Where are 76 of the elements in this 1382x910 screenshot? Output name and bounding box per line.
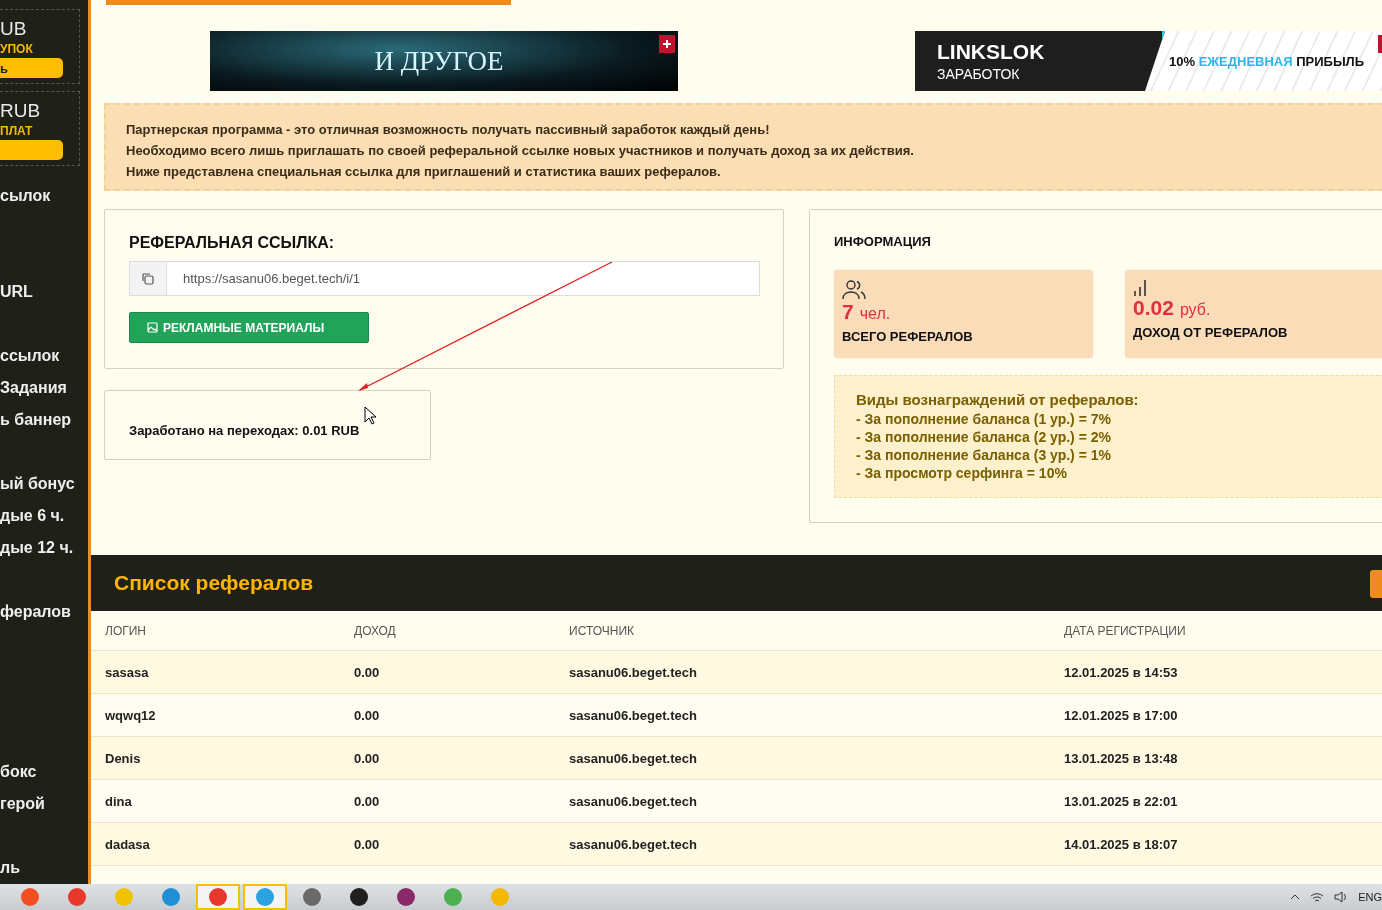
banner-subtitle: ЗАРАБОТОК (937, 66, 1021, 82)
sidebar-link[interactable]: ый бонус (0, 468, 88, 500)
sidebar-link[interactable]: ь баннер (0, 404, 88, 436)
notice-text: Партнерская программа - это отличная возможность получать пассивный заработок каждый день! (126, 121, 771, 139)
sidebar-link[interactable]: сылок (0, 180, 88, 212)
banner-ad[interactable]: LINKSLOK ЗАРАБОТОК 10% ЕЖЕДНЕВНАЯ ПРИБЫЛЬ (915, 31, 1382, 91)
banner-slogan: 10% ЕЖЕДНЕВНАЯ ПРИБЫЛЬ (1169, 53, 1365, 69)
card-title: ИНФОРМАЦИЯ (834, 234, 932, 249)
copy-icon[interactable] (129, 261, 167, 296)
image-icon (147, 322, 158, 333)
earnings-text: Заработано на переходах: 0.01 RUB (129, 422, 360, 438)
rewards-title: Виды вознаграждений от рефералов: (856, 390, 1140, 410)
table-cell-text: sasanu06.beget.tech (569, 707, 698, 723)
table-cell-text: 0.00 (354, 707, 381, 723)
users-icon (842, 279, 866, 301)
plus-icon[interactable] (659, 35, 675, 53)
sidebar-link[interactable]: фералов (0, 596, 88, 628)
wallet-label: УПОК (0, 41, 34, 58)
wallet-amount: RUB (0, 100, 42, 122)
link-field[interactable]: https://sasanu06.beget.tech/i/1 (167, 261, 760, 296)
reward-item: - За просмотр серфинга = 10% (856, 464, 1068, 482)
stat-label: ДОХОД ОТ РЕФЕРАЛОВ (1133, 325, 1288, 340)
column-header: ДАТА РЕГИСТРАЦИИ (1064, 623, 1187, 638)
stat-value: 0.02 (1133, 297, 1174, 319)
table-cell-text: 0.00 (354, 793, 381, 809)
stat-unit: руб. (1179, 300, 1211, 320)
table-cell-text: sasanu06.beget.tech (569, 836, 698, 852)
column-header: ИСТОЧНИК (569, 623, 636, 638)
table-cell-text: 12.01.2025 в 14:53 (1064, 664, 1179, 680)
wallet-button[interactable]: ь (0, 58, 63, 78)
sidebar-link[interactable]: дые 12 ч. (0, 532, 88, 564)
notice-text: Ниже представлена специальная ссылка для приглашений и статистика ваших рефералов. (126, 163, 722, 181)
reward-item: - За пополнение баланса (1 ур.) = 7% (856, 410, 1112, 428)
wallet-amount: UB (0, 18, 28, 40)
banner-title: LINKSLOK (937, 40, 1046, 64)
stat-value: 7 (842, 301, 854, 323)
banner-ad[interactable]: И ДРУГОЕ (210, 31, 678, 91)
sidebar-link[interactable]: герой (0, 788, 88, 820)
reward-item: - За пополнение баланса (3 ур.) = 1% (856, 446, 1112, 464)
table-cell-text: sasanu06.beget.tech (569, 793, 698, 809)
cursor-icon (364, 406, 376, 425)
stat-label: ВСЕГО РЕФЕРАЛОВ (842, 329, 973, 344)
sidebar-link[interactable]: URL (0, 276, 88, 308)
wallet-label: ПЛАТ (0, 123, 34, 140)
column-header: ЛОГИН (105, 623, 147, 638)
table-cell-text: sasanu06.beget.tech (569, 750, 698, 766)
table-cell-text: dadasa (105, 836, 151, 852)
speaker-icon[interactable] (1334, 891, 1349, 903)
table-cell-text: dina (105, 793, 133, 809)
wifi-icon[interactable] (1310, 891, 1325, 903)
table-cell-text: 0.00 (354, 664, 381, 680)
reward-item: - За пополнение баланса (2 ур.) = 2% (856, 428, 1112, 446)
table-cell-text: 14.01.2025 в 18:07 (1064, 836, 1179, 852)
table-cell-text: 0.00 (354, 750, 381, 766)
chevron-up-icon[interactable] (1290, 894, 1301, 900)
sidebar-link[interactable]: ссылок (0, 340, 88, 372)
banner-title: И ДРУГОЕ (374, 45, 504, 77)
language-indicator[interactable]: ENG (1358, 891, 1382, 903)
table-cell-text: wqwq12 (105, 707, 157, 723)
table-title: Список рефералов (114, 571, 314, 595)
bar-chart-icon (1133, 279, 1149, 297)
column-header: ДОХОД (354, 623, 397, 638)
table-cell-text: 13.01.2025 в 13:48 (1064, 750, 1179, 766)
sidebar-link[interactable]: Задания (0, 372, 88, 404)
table-cell-text: 13.01.2025 в 22:01 (1064, 793, 1179, 809)
table-cell-text: 12.01.2025 в 17:00 (1064, 707, 1179, 723)
stat-unit: чел. (859, 304, 891, 324)
notice-text: Необходимо всего лишь приглашать по своей реферальной ссылке новых участников и получать доход за их действия. (126, 142, 915, 160)
table-cell-text: 0.00 (354, 836, 381, 852)
sidebar-link[interactable]: бокс (0, 756, 88, 788)
table-cell-text: sasanu06.beget.tech (569, 664, 698, 680)
sidebar-link[interactable]: дые 6 ч. (0, 500, 88, 532)
table-cell-text: sasasa (105, 664, 150, 680)
table-cell-text: Denis (105, 750, 142, 766)
card-title: РЕФЕРАЛЬНАЯ ССЫЛКА: (129, 234, 336, 252)
sidebar-link[interactable]: ль (0, 852, 88, 884)
